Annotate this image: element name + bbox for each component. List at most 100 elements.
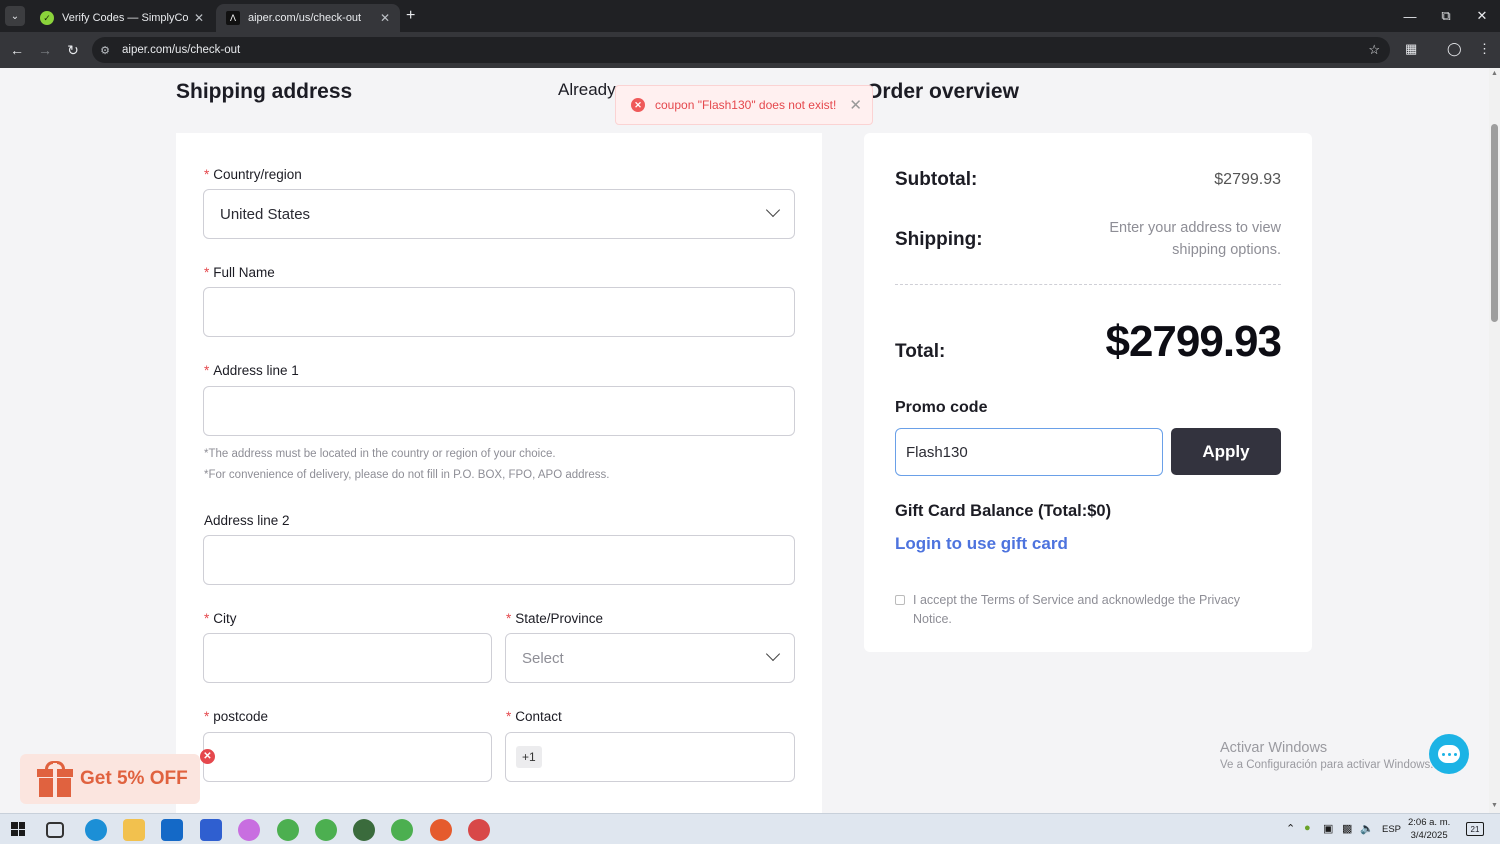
close-toast-icon[interactable]: ✕ [849, 96, 862, 114]
scroll-up-arrow-icon[interactable]: ▲ [1491, 70, 1498, 77]
windows-start-icon[interactable] [11, 822, 25, 836]
scrollbar-thumb[interactable] [1491, 124, 1498, 322]
edge-browser-icon[interactable] [85, 819, 107, 841]
tab-simplycodes[interactable]: ✓ Verify Codes — SimplyCodes ✕ [30, 4, 214, 32]
address-note-pobox: *For convenience of delivery, please do … [204, 469, 610, 481]
already-account-text: Already [558, 80, 616, 99]
chat-support-button[interactable] [1429, 734, 1469, 774]
chrome-profile-6-icon[interactable] [468, 819, 490, 841]
back-arrow-icon[interactable]: ← [7, 40, 27, 60]
close-tab-icon[interactable]: ✕ [380, 11, 390, 25]
tab-aiper-checkout[interactable]: Λ aiper.com/us/check-out ✕ [216, 4, 400, 32]
bookmark-star-icon[interactable]: ☆ [1368, 42, 1380, 58]
scroll-down-arrow-icon[interactable]: ▼ [1491, 802, 1498, 809]
state-placeholder: Select [522, 649, 564, 667]
tab-search-chevron-icon[interactable]: ⌄ [5, 6, 25, 26]
notification-count: 21 [1470, 824, 1480, 834]
chat-bubble-icon [1438, 745, 1460, 763]
extensions-puzzle-icon[interactable]: ▦ [1405, 41, 1417, 57]
chrome-profile-4-icon[interactable] [391, 819, 413, 841]
clock-time: 2:06 a. m. [1408, 817, 1451, 828]
login-gift-card-link[interactable]: Login to use gift card [895, 534, 1068, 554]
total-value: $2799.93 [1105, 317, 1282, 366]
tab-title: Verify Codes — SimplyCodes [62, 12, 188, 24]
checkout-page: Shipping address Already Order overview … [0, 68, 1489, 813]
outlook-icon[interactable] [161, 819, 183, 841]
close-window-icon[interactable]: ✕ [1464, 0, 1500, 32]
terms-text: I accept the Terms of Service and acknow… [913, 593, 1241, 626]
address2-input[interactable] [203, 535, 795, 585]
country-value: United States [220, 205, 311, 223]
close-tab-icon[interactable]: ✕ [194, 11, 204, 25]
contact-input[interactable]: +1 [505, 732, 795, 782]
shipping-address-heading: Shipping address [176, 80, 353, 103]
browser-tab-bar: ⌄ ✓ Verify Codes — SimplyCodes ✕ Λ aiper… [0, 0, 1500, 32]
country-select[interactable]: United States [203, 189, 795, 239]
close-discount-pill-icon[interactable]: ✕ [200, 749, 215, 764]
profile-icon[interactable]: ◯ [1447, 41, 1462, 57]
promo-code-input[interactable]: Flash130 [895, 428, 1163, 476]
new-tab-plus-icon[interactable]: + [406, 7, 415, 25]
aiper-logo-icon: Λ [226, 11, 240, 25]
address-bar[interactable]: ⚙ aiper.com/us/check-out ☆ [92, 37, 1390, 63]
site-settings-icon[interactable]: ⚙ [92, 37, 118, 63]
notification-center-icon[interactable]: 21 [1466, 822, 1484, 836]
url-text: aiper.com/us/check-out [122, 44, 241, 56]
browser-toolbar: ← → ↻ ⚙ aiper.com/us/check-out ☆ ▦ ◯ ⋮ [0, 32, 1500, 68]
subtotal-label: Subtotal: [895, 169, 978, 190]
shipping-label: Shipping: [895, 229, 983, 250]
summary-divider [895, 284, 1281, 285]
reload-icon[interactable]: ↻ [63, 40, 83, 60]
city-label: * City [204, 611, 237, 626]
system-clock[interactable]: 2:06 a. m. 3/4/2025 [1408, 816, 1450, 842]
chevron-down-icon [765, 646, 781, 662]
copilot-icon[interactable] [238, 819, 260, 841]
fullname-label: * Full Name [204, 265, 275, 280]
chrome-profile-5-icon[interactable] [430, 819, 452, 841]
tray-app-icon[interactable]: ● [1304, 822, 1311, 834]
shipping-form: * Country/region United States * Full Name… [176, 133, 822, 813]
chrome-profile-2-icon[interactable] [315, 819, 337, 841]
file-explorer-icon[interactable] [123, 819, 145, 841]
terms-checkbox[interactable] [895, 595, 905, 605]
chrome-profile-3-icon[interactable] [353, 819, 375, 841]
fullname-input[interactable] [203, 287, 795, 337]
state-select[interactable]: Select [505, 633, 795, 683]
gift-box-icon [36, 761, 74, 797]
network-icon[interactable]: ▣ [1323, 822, 1333, 835]
apply-promo-button[interactable]: Apply [1171, 428, 1281, 475]
chrome-profile-1-icon[interactable] [277, 819, 299, 841]
windows-taskbar: ⌃ ● ▣ ▩ 🔈 ESP 2:06 a. m. 3/4/2025 21 [0, 813, 1500, 844]
discount-pill-text: Get 5% OFF [80, 768, 188, 789]
volume-icon[interactable]: 🔈 [1360, 822, 1374, 835]
subtotal-value: $2799.93 [1214, 171, 1281, 188]
city-input[interactable] [203, 633, 492, 683]
tab-title: aiper.com/us/check-out [248, 12, 362, 24]
restore-icon[interactable]: ⧉ [1428, 0, 1464, 32]
chevron-down-icon [765, 202, 781, 218]
address-note-region: *The address must be located in the coun… [204, 448, 556, 460]
page-scrollbar[interactable]: ▲ ▼ [1489, 68, 1500, 813]
address2-label: Address line 2 [204, 513, 290, 528]
total-label: Total: [895, 341, 946, 362]
store-icon[interactable] [200, 819, 222, 841]
discount-popup-pill[interactable]: Get 5% OFF [20, 754, 200, 804]
windows-activation-watermark: Activar Windows Ve a Configuración para … [1220, 740, 1434, 771]
battery-icon[interactable]: ▩ [1342, 822, 1352, 835]
postcode-input[interactable] [203, 732, 492, 782]
terms-consent: I accept the Terms of Service and acknow… [895, 591, 1281, 629]
watermark-subtitle: Ve a Configuración para activar Windows. [1220, 759, 1434, 771]
promo-code-label: Promo code [895, 399, 988, 416]
error-circle-icon: ✕ [631, 98, 645, 112]
forward-arrow-icon[interactable]: → [35, 40, 55, 60]
menu-dots-icon[interactable]: ⋮ [1478, 41, 1491, 57]
tray-chevron-up-icon[interactable]: ⌃ [1286, 822, 1295, 835]
task-view-icon[interactable] [46, 822, 64, 838]
order-summary-card: Subtotal: $2799.93 Shipping: Enter your … [864, 133, 1312, 652]
address1-input[interactable] [203, 386, 795, 436]
phone-country-code[interactable]: +1 [516, 746, 542, 768]
toast-message: coupon "Flash130" does not exist! [655, 98, 837, 112]
gift-card-balance: Gift Card Balance (Total:$0) [895, 502, 1112, 520]
language-indicator[interactable]: ESP [1382, 824, 1401, 835]
minimize-icon[interactable]: — [1392, 0, 1428, 32]
